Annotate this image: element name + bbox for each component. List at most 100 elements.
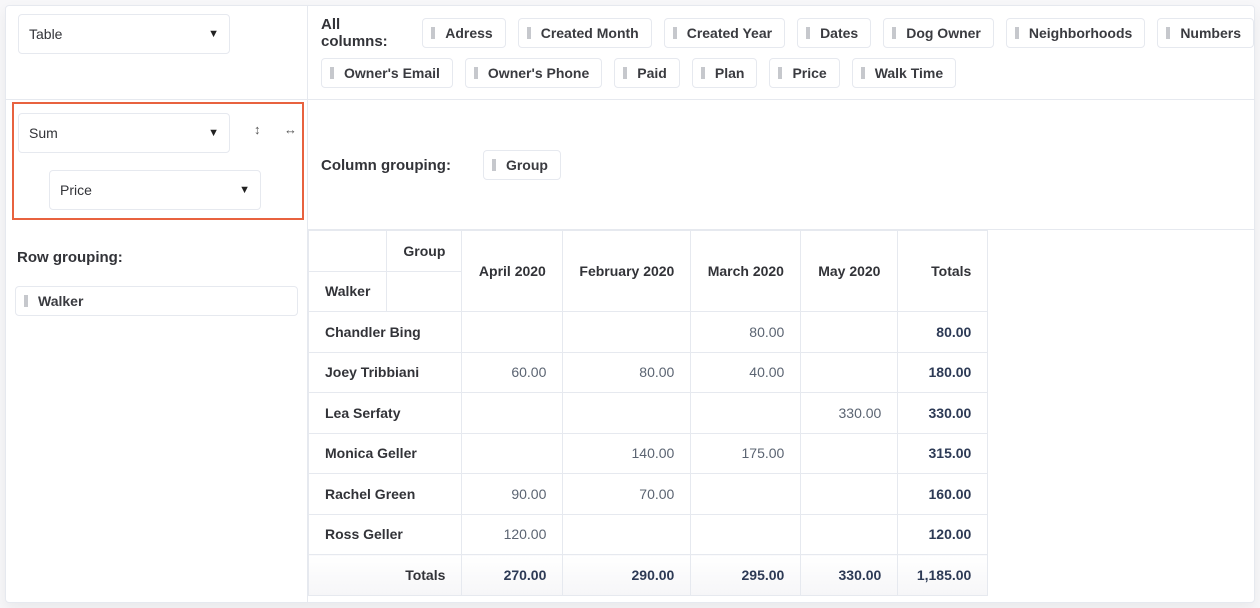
aggregator-field-value: Price xyxy=(60,182,92,198)
column-header[interactable]: March 2020 xyxy=(690,230,802,312)
aggregator-area: Sum ▼ ↕ ↔ Price ▼ xyxy=(12,102,304,220)
grand-total-cell[interactable]: 1,185.00 xyxy=(897,554,989,596)
column-chip[interactable]: Price xyxy=(769,58,840,88)
chip-label: Owner's Phone xyxy=(487,65,590,81)
row-total-cell[interactable]: 80.00 xyxy=(897,311,989,353)
table-row: Rachel Green 90.00 70.00 160.00 xyxy=(307,473,989,515)
value-cell[interactable]: 60.00 xyxy=(461,351,564,393)
caret-down-icon: ▼ xyxy=(239,184,250,196)
value-cell[interactable] xyxy=(800,513,899,555)
column-chip[interactable]: Dog Owner xyxy=(883,18,994,48)
renderer-select-value: Table xyxy=(29,26,63,42)
value-cell[interactable]: 90.00 xyxy=(461,473,564,515)
value-cell[interactable] xyxy=(690,392,802,434)
table-row: Joey Tribbiani 60.00 80.00 40.00 180.00 xyxy=(307,351,989,393)
value-cell[interactable] xyxy=(461,392,564,434)
col-attr-label: Group xyxy=(386,230,463,272)
column-chip[interactable]: Neighborhoods xyxy=(1005,18,1146,48)
all-columns-label: All columns: xyxy=(321,16,388,50)
row-label: Joey Tribbiani xyxy=(307,351,463,393)
row-label: Rachel Green xyxy=(307,473,463,515)
drag-handle-icon xyxy=(623,67,628,79)
vertical-arrows-icon[interactable]: ↕ xyxy=(254,122,261,137)
pivot-table: Group April 2020 February 2020 March 202… xyxy=(307,230,989,596)
column-total-cell[interactable]: 295.00 xyxy=(690,554,802,596)
column-chip[interactable]: Created Month xyxy=(517,18,652,48)
chip-label: Adress xyxy=(445,25,493,41)
table-row: Lea Serfaty 330.00 330.00 xyxy=(307,392,989,434)
column-total-cell[interactable]: 330.00 xyxy=(800,554,899,596)
renderer-select[interactable]: Table ▼ xyxy=(18,14,230,54)
value-cell[interactable]: 40.00 xyxy=(690,351,802,393)
column-grouping-chip-group[interactable]: Group xyxy=(482,150,561,180)
column-chip[interactable]: Owner's Email xyxy=(321,58,453,88)
drag-handle-icon xyxy=(473,67,478,79)
drag-handle-icon xyxy=(672,27,677,39)
row-total-cell[interactable]: 120.00 xyxy=(897,513,989,555)
table-header-row: Group April 2020 February 2020 March 202… xyxy=(307,230,989,312)
value-cell[interactable] xyxy=(461,432,564,474)
chip-label: Plan xyxy=(714,65,745,81)
all-columns-row-2: Owner's Email Owner's Phone Paid Plan Pr… xyxy=(321,58,957,88)
column-chip[interactable]: Walk Time xyxy=(851,58,957,88)
caret-down-icon: ▼ xyxy=(208,28,219,40)
value-cell[interactable]: 120.00 xyxy=(461,513,564,555)
column-total-cell[interactable]: 290.00 xyxy=(562,554,692,596)
value-cell[interactable]: 70.00 xyxy=(562,473,692,515)
chip-label: Owner's Email xyxy=(344,65,440,81)
value-cell[interactable] xyxy=(800,432,899,474)
column-header[interactable]: February 2020 xyxy=(562,230,692,312)
value-cell[interactable] xyxy=(461,311,564,353)
value-cell[interactable] xyxy=(562,392,692,434)
value-cell[interactable] xyxy=(690,513,802,555)
drag-handle-icon xyxy=(24,295,28,307)
drag-handle-icon xyxy=(526,27,531,39)
drag-handle-icon xyxy=(778,67,783,79)
chip-label: Group xyxy=(505,157,548,173)
value-cell[interactable]: 175.00 xyxy=(690,432,802,474)
value-cell[interactable]: 140.00 xyxy=(562,432,692,474)
column-chip[interactable]: Plan xyxy=(691,58,758,88)
aggregator-field-select[interactable]: Price ▼ xyxy=(49,170,261,210)
value-cell[interactable]: 330.00 xyxy=(800,392,899,434)
value-cell[interactable]: 80.00 xyxy=(562,351,692,393)
row-attr-label: Walker xyxy=(307,270,388,312)
row-label: Chandler Bing xyxy=(307,311,463,353)
row-total-cell[interactable]: 315.00 xyxy=(897,432,989,474)
chip-label: Dog Owner xyxy=(906,25,981,41)
value-cell[interactable] xyxy=(800,351,899,393)
column-total-cell[interactable]: 270.00 xyxy=(461,554,564,596)
table-row: Monica Geller 140.00 175.00 315.00 xyxy=(307,432,989,474)
chip-label: Numbers xyxy=(1180,25,1241,41)
empty-header-cell xyxy=(386,270,463,312)
value-cell[interactable] xyxy=(690,473,802,515)
chip-label: Neighborhoods xyxy=(1028,25,1133,41)
row-total-cell[interactable]: 330.00 xyxy=(897,392,989,434)
chip-label: Created Month xyxy=(540,25,639,41)
row-total-cell[interactable]: 180.00 xyxy=(897,351,989,393)
row-total-cell[interactable]: 160.00 xyxy=(897,473,989,515)
row-grouping-chip-walker[interactable]: Walker xyxy=(15,286,298,316)
value-cell[interactable] xyxy=(562,311,692,353)
left-panel: Table ▼ Sum ▼ ↕ ↔ Price ▼ Row grouping: … xyxy=(6,6,308,602)
column-grouping-label: Column grouping: xyxy=(321,156,451,174)
value-cell[interactable] xyxy=(800,473,899,515)
column-chip[interactable]: Dates xyxy=(797,18,872,48)
chip-label: Walker xyxy=(38,293,84,309)
chip-label: Walk Time xyxy=(874,65,944,81)
column-chip[interactable]: Created Year xyxy=(663,18,786,48)
value-cell[interactable] xyxy=(562,513,692,555)
column-chip[interactable]: Adress xyxy=(422,18,506,48)
column-chip[interactable]: Paid xyxy=(614,58,680,88)
horizontal-arrows-icon[interactable]: ↔ xyxy=(284,122,297,137)
drag-handle-icon xyxy=(860,67,865,79)
column-chip[interactable]: Owner's Phone xyxy=(464,58,603,88)
column-header[interactable]: April 2020 xyxy=(461,230,564,312)
column-header[interactable]: May 2020 xyxy=(800,230,899,312)
aggregator-function-select[interactable]: Sum ▼ xyxy=(18,113,230,153)
chip-label: Price xyxy=(792,65,827,81)
chip-label: Created Year xyxy=(686,25,773,41)
column-chip[interactable]: Numbers xyxy=(1157,18,1254,48)
value-cell[interactable] xyxy=(800,311,899,353)
value-cell[interactable]: 80.00 xyxy=(690,311,802,353)
